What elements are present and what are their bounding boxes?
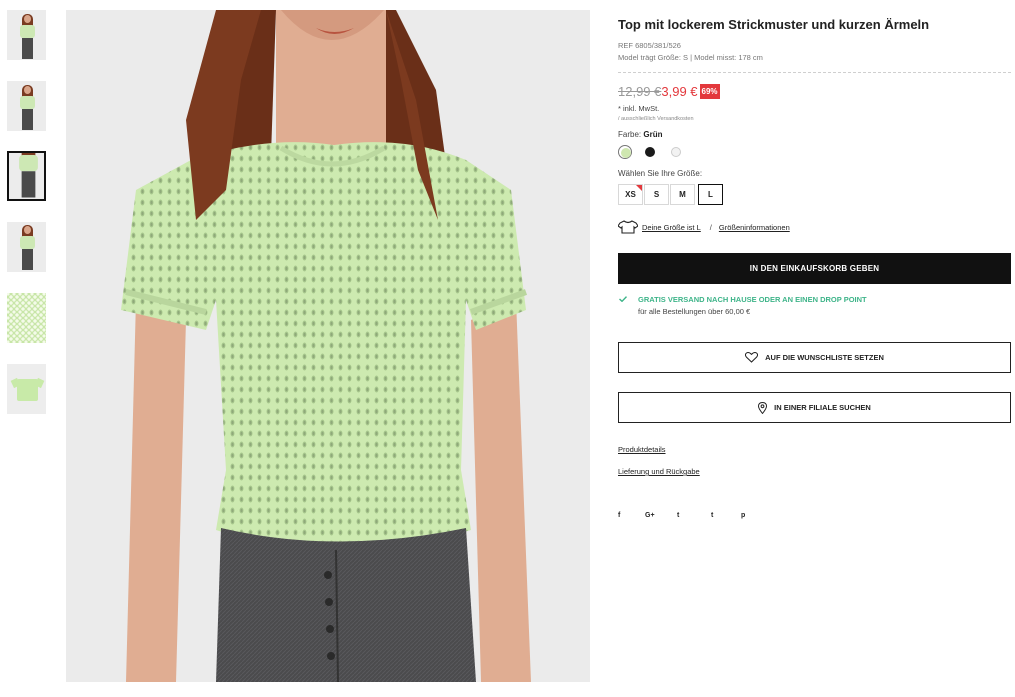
color-swatch-white[interactable] xyxy=(669,145,683,159)
color-label: Farbe: Grün xyxy=(618,130,662,139)
divider xyxy=(618,72,1011,73)
google-plus-icon[interactable]: G+ xyxy=(645,512,655,519)
size-selector: XS S M L xyxy=(618,184,724,205)
color-swatch-black[interactable] xyxy=(643,145,657,159)
thumbnail-5[interactable] xyxy=(7,293,46,343)
wishlist-label: AUF DIE WUNSCHLISTE SETZEN xyxy=(765,353,884,362)
size-label-s: S xyxy=(653,190,660,199)
size-label-m: M xyxy=(679,190,686,199)
swatch-fill xyxy=(645,147,655,157)
delivery-returns-link[interactable]: Lieferung und Rückgabe xyxy=(618,467,700,476)
t-shirt-image xyxy=(17,379,38,401)
size-label-l: L xyxy=(708,190,713,199)
t-shirt-icon xyxy=(618,220,638,234)
sale-price: 3,99 € xyxy=(661,83,698,99)
size-label: Wählen Sie Ihre Größe: xyxy=(618,169,703,178)
model-info: Model trägt Größe: S | Model misst: 178 … xyxy=(618,53,763,62)
product-title: Top mit lockerem Strickmuster und kurzen… xyxy=(618,17,930,32)
product-photo xyxy=(66,10,590,682)
facebook-icon[interactable]: f xyxy=(618,512,620,519)
color-swatches xyxy=(618,145,698,159)
price-row: 12,99 € 3,99 € 69% xyxy=(618,82,720,100)
color-label-text: Farbe: xyxy=(618,130,642,139)
free-shipping-headline: GRATIS VERSAND NACH HAUSE ODER AN EINEN … xyxy=(638,295,867,304)
thumbnail-2[interactable] xyxy=(7,81,46,131)
size-option-s[interactable]: S xyxy=(644,184,669,205)
thumbnail-1[interactable] xyxy=(7,10,46,60)
add-to-wishlist-button[interactable]: AUF DIE WUNSCHLISTE SETZEN xyxy=(618,342,1011,373)
pinterest-icon[interactable]: p xyxy=(741,512,745,519)
thumbnail-6[interactable] xyxy=(7,364,46,414)
your-size-link[interactable]: Deine Größe ist L xyxy=(642,223,701,232)
color-swatch-green[interactable] xyxy=(618,145,632,159)
tumblr-icon[interactable]: t xyxy=(711,512,713,519)
product-reference: REF 6805/381/526 xyxy=(618,41,681,50)
size-help-separator: / xyxy=(709,222,712,232)
discount-badge: 69% xyxy=(699,83,720,99)
model-image xyxy=(17,153,41,199)
size-info-link[interactable]: Größeninformationen xyxy=(719,223,790,232)
product-details-link[interactable]: Produktdetails xyxy=(618,445,666,454)
main-product-image[interactable] xyxy=(66,10,590,682)
twitter-icon[interactable]: t xyxy=(677,512,679,519)
size-help: Deine Größe ist L / Größeninformationen xyxy=(618,219,790,235)
location-pin-icon xyxy=(758,401,768,414)
swatch-fill xyxy=(671,147,681,157)
model-image xyxy=(18,85,37,130)
add-to-cart-button[interactable]: IN DEN EINKAUFSKORB GEBEN xyxy=(618,253,1011,284)
size-option-xs[interactable]: XS xyxy=(618,184,643,205)
social-share: f G+ t t p xyxy=(618,512,758,522)
thumbnail-3[interactable] xyxy=(7,151,46,201)
color-value: Grün xyxy=(643,130,663,139)
shipping-cost-note: / ausschließlich Versandkosten xyxy=(618,116,694,122)
model-image xyxy=(18,14,37,59)
swatch-fill xyxy=(621,148,631,158)
size-option-m[interactable]: M xyxy=(670,184,695,205)
check-icon xyxy=(619,296,627,302)
tax-note: * inkl. MwSt. xyxy=(618,104,660,113)
free-shipping-subline: für alle Bestellungen über 60,00 € xyxy=(638,307,751,316)
size-label-xs: XS xyxy=(625,190,636,199)
heart-icon xyxy=(745,352,759,363)
size-option-l[interactable]: L xyxy=(698,184,723,205)
low-stock-marker xyxy=(636,185,642,191)
thumbnail-4[interactable] xyxy=(7,222,46,272)
model-image xyxy=(18,225,37,270)
find-in-store-label: IN EINER FILIALE SUCHEN xyxy=(774,403,871,412)
old-price: 12,99 € xyxy=(618,83,662,99)
find-in-store-button[interactable]: IN EINER FILIALE SUCHEN xyxy=(618,392,1011,423)
